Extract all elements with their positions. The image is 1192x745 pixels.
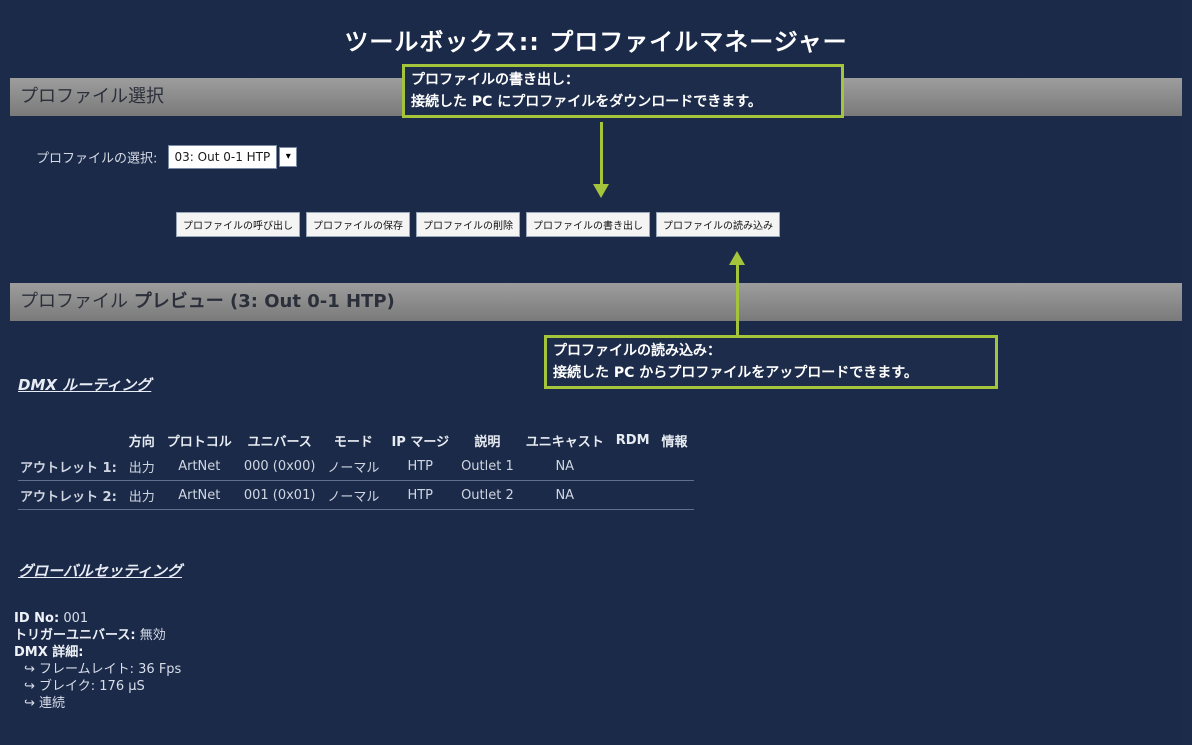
table-cell: NA [519, 452, 610, 481]
id-value: 001 [63, 611, 89, 626]
column-header: 説明 [474, 434, 501, 450]
continuous-value: ↪ 連続 [24, 696, 66, 711]
profile-action-buttons: プロファイルの呼び出し プロファイルの保存 プロファイルの削除 プロファイルの書… [176, 212, 780, 237]
column-header: 方向 [128, 434, 155, 450]
column-header: ユニバース [247, 434, 312, 450]
table-cell: ノーマル [321, 480, 386, 510]
table-cell: 001 (0x01) [237, 480, 322, 510]
chevron-down-icon[interactable]: ▾ [279, 147, 298, 167]
table-cell: ArtNet [160, 480, 238, 510]
profile-select-row: プロファイルの選択: 03: Out 0-1 HTP ▾ [36, 145, 298, 169]
id-label: ID No: [14, 611, 60, 626]
column-header: プロトコル [166, 434, 232, 450]
table-cell [609, 480, 656, 510]
table-cell: アウトレット 1: [18, 452, 123, 481]
break-value: ↪ ブレイク: 176 µS [24, 679, 145, 694]
table-cell: HTP [385, 452, 456, 481]
page-title: ツールボックス:: プロファイルマネージャー [344, 28, 848, 56]
table-cell: HTP [385, 480, 456, 510]
dmx-routing-table: 方向 プロトコル ユニバース モード IP マージ 説明 ユニキャスト RDM … [18, 428, 694, 510]
export-callout: プロファイルの書き出し： 接続した PC にプロファイルをダウンロードできます。 [402, 64, 844, 118]
trigger-value: 無効 [139, 628, 166, 643]
export-callout-line1: プロファイルの書き出し： [411, 72, 579, 88]
table-cell: Outlet 2 [455, 480, 520, 510]
frame-rate-value: ↪ フレームレイト: 36 Fps [24, 662, 182, 677]
column-header: IP マージ [391, 434, 450, 450]
column-header [18, 428, 123, 452]
section-profile-preview: プロファイル プレビュー (3: Out 0-1 HTP) [10, 283, 1182, 321]
table-cell [655, 452, 694, 481]
import-profile-button[interactable]: プロファイルの読み込み [656, 212, 780, 237]
trigger-row: トリガーユニバース: 無効 [14, 627, 181, 644]
load-profile-button[interactable]: プロファイルの呼び出し [176, 212, 300, 237]
import-callout-line2: 接続した PC からプロファイルをアップロードできます。 [553, 365, 918, 381]
import-callout-line1: プロファイルの読み込み： [553, 343, 721, 359]
table-cell: 出力 [122, 480, 161, 510]
table-cell: 出力 [122, 452, 161, 481]
section-profile-select-label: プロファイル選択 [20, 86, 164, 107]
table-cell: NA [519, 480, 610, 510]
table-cell: Outlet 1 [455, 452, 520, 481]
delete-profile-button[interactable]: プロファイルの削除 [416, 212, 520, 237]
arrow-up-icon [729, 251, 745, 265]
column-header: ユニキャスト [525, 434, 604, 450]
export-callout-line2: 接続した PC にプロファイルをダウンロードできます。 [411, 94, 762, 110]
export-profile-button[interactable]: プロファイルの書き出し [526, 212, 650, 237]
profile-select[interactable]: 03: Out 0-1 HTP [167, 145, 278, 169]
global-settings-heading: グローバルセッティング [18, 562, 182, 580]
save-profile-button[interactable]: プロファイルの保存 [306, 212, 410, 237]
import-callout: プロファイルの読み込み： 接続した PC からプロファイルをアップロードできます… [544, 335, 998, 389]
table-row: アウトレット 2: 出力 ArtNet 001 (0x01) ノーマル HTP … [18, 480, 694, 510]
table-cell: 000 (0x00) [237, 452, 322, 481]
export-arrow-line [600, 122, 603, 184]
trigger-label: トリガーユニバース: [14, 628, 136, 643]
column-header: 情報 [661, 434, 688, 450]
dmx-routing-heading: DMX ルーティング [18, 376, 152, 394]
table-row: アウトレット 1: 出力 ArtNet 000 (0x00) ノーマル HTP … [18, 452, 694, 481]
column-header: RDM [615, 432, 650, 448]
table-header-row: 方向 プロトコル ユニバース モード IP マージ 説明 ユニキャスト RDM … [18, 428, 694, 452]
table-cell: ArtNet [160, 452, 238, 481]
column-header: モード [333, 434, 373, 450]
table-cell: ノーマル [321, 452, 386, 481]
section-preview-prefix: プロファイル [20, 291, 128, 312]
section-preview-title: プレビュー (3: Out 0-1 HTP) [133, 291, 395, 312]
id-row: ID No: 001 [14, 610, 181, 627]
profile-select-label: プロファイルの選択: [36, 151, 158, 167]
arrow-down-icon [593, 184, 609, 198]
import-arrow-line [736, 265, 739, 335]
table-cell: アウトレット 2: [18, 480, 123, 510]
table-cell [655, 480, 694, 510]
dmx-detail-label: DMX 詳細: [14, 645, 84, 660]
table-cell [609, 452, 656, 481]
global-settings-list: ID No: 001 トリガーユニバース: 無効 DMX 詳細: ↪ フレームレ… [14, 610, 181, 712]
